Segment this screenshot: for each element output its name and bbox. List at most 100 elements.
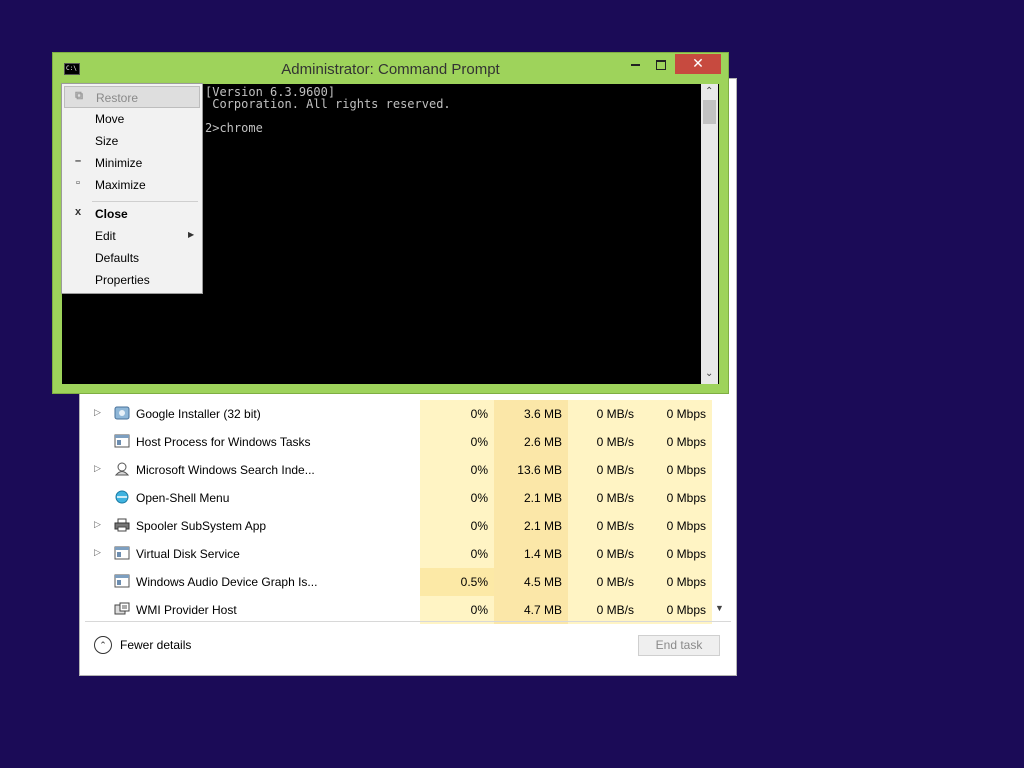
network-cell: 0 Mbps — [640, 512, 712, 540]
expand-arrow-icon[interactable]: ▷ — [94, 407, 101, 418]
disk-cell: 0 MB/s — [568, 568, 640, 596]
cpu-cell: 0% — [420, 484, 494, 512]
menu-item-label: Edit — [95, 229, 116, 243]
network-cell: 0 Mbps — [640, 568, 712, 596]
cpu-cell: 0% — [420, 596, 494, 624]
table-row[interactable]: Host Process for Windows Tasks 0% 2.6 MB… — [86, 428, 728, 456]
close-icon: ✕ — [692, 55, 704, 71]
cpu-cell: 0% — [420, 540, 494, 568]
system-menu: ⧉ Restore Move Size – Minimize ▫ Maximiz… — [61, 83, 203, 294]
maximize-icon — [656, 60, 666, 70]
menu-item-defaults[interactable]: Defaults — [64, 247, 200, 269]
wmi-host-icon — [114, 602, 130, 615]
disk-cell: 0 MB/s — [568, 596, 640, 624]
cpu-cell: 0% — [420, 428, 494, 456]
network-cell: 0 Mbps — [640, 456, 712, 484]
chevron-up-icon: ⌃ — [94, 636, 112, 654]
memory-cell: 1.4 MB — [494, 540, 568, 568]
menu-separator — [92, 201, 198, 202]
table-row[interactable]: ▷ Microsoft Windows Search Inde... 0% 13… — [86, 456, 728, 484]
disk-cell: 0 MB/s — [568, 512, 640, 540]
scroll-down-icon[interactable]: ▼ — [715, 603, 724, 613]
memory-cell: 2.6 MB — [494, 428, 568, 456]
menu-item-label: Restore — [96, 91, 139, 105]
shell-menu-icon — [115, 490, 129, 504]
process-name: Microsoft Windows Search Inde... — [136, 463, 315, 477]
process-name: Windows Audio Device Graph Is... — [136, 575, 318, 589]
table-row[interactable]: ▷ Virtual Disk Service 0% 1.4 MB 0 MB/s … — [86, 540, 728, 568]
cpu-cell: 0% — [420, 512, 494, 540]
memory-cell: 13.6 MB — [494, 456, 568, 484]
table-row[interactable]: Open-Shell Menu 0% 2.1 MB 0 MB/s 0 Mbps — [86, 484, 728, 512]
menu-item-label: Defaults — [95, 251, 140, 265]
menu-item-close[interactable]: x Close — [64, 203, 200, 225]
expand-arrow-icon[interactable]: ▷ — [94, 547, 101, 558]
menu-item-label: Minimize — [95, 156, 143, 170]
menu-item-maximize[interactable]: ▫ Maximize — [64, 174, 200, 196]
close-button[interactable]: ✕ — [675, 54, 721, 74]
menu-item-properties[interactable]: Properties — [64, 269, 200, 291]
memory-cell: 4.5 MB — [494, 568, 568, 596]
table-row[interactable]: ▷ Google Installer (32 bit) 0% 3.6 MB 0 … — [86, 400, 728, 428]
network-cell: 0 Mbps — [640, 540, 712, 568]
menu-item-label: Size — [95, 134, 119, 148]
process-name: Spooler SubSystem App — [136, 519, 267, 533]
memory-cell: 3.6 MB — [494, 400, 568, 428]
menu-item-restore[interactable]: ⧉ Restore — [64, 86, 200, 108]
end-task-button[interactable]: End task — [638, 635, 720, 656]
scroll-up-icon[interactable]: ⌃ — [705, 86, 713, 97]
console-line: 2>chrome — [205, 121, 263, 135]
window-app-icon — [114, 434, 130, 448]
process-name: Host Process for Windows Tasks — [136, 435, 311, 449]
network-cell: 0 Mbps — [640, 400, 712, 428]
installer-icon — [114, 406, 130, 420]
submenu-arrow-icon: ▶ — [188, 230, 195, 239]
minimize-icon — [631, 64, 640, 66]
restore-icon: ⧉ — [75, 90, 83, 102]
table-row[interactable]: Windows Audio Device Graph Is... 0.5% 4.… — [86, 568, 728, 596]
menu-item-minimize[interactable]: – Minimize — [64, 152, 200, 174]
memory-cell: 2.1 MB — [494, 484, 568, 512]
window-app-icon — [114, 574, 130, 588]
network-cell: 0 Mbps — [640, 484, 712, 512]
printer-icon — [114, 518, 130, 532]
menu-item-size[interactable]: Size — [64, 130, 200, 152]
expand-arrow-icon[interactable]: ▷ — [94, 519, 101, 530]
footer-divider — [85, 621, 731, 622]
memory-cell: 2.1 MB — [494, 512, 568, 540]
network-cell: 0 Mbps — [640, 596, 712, 624]
process-list: ▷ Google Installer (32 bit) 0% 3.6 MB 0 … — [86, 400, 728, 624]
scrollbar-thumb[interactable] — [703, 100, 716, 124]
process-name: WMI Provider Host — [136, 603, 237, 617]
process-name: Virtual Disk Service — [136, 547, 240, 561]
table-row[interactable]: ▷ Spooler SubSystem App 0% 2.1 MB 0 MB/s… — [86, 512, 728, 540]
process-name: Google Installer (32 bit) — [136, 407, 261, 421]
menu-item-label: Properties — [95, 273, 150, 287]
menu-item-label: Close — [95, 207, 128, 221]
process-name: Open-Shell Menu — [136, 491, 230, 505]
fewer-details-label: Fewer details — [120, 638, 192, 652]
disk-cell: 0 MB/s — [568, 428, 640, 456]
menu-item-move[interactable]: Move — [64, 108, 200, 130]
cpu-cell: 0% — [420, 400, 494, 428]
cpu-cell: 0.5% — [420, 568, 494, 596]
menu-item-label: Move — [95, 112, 125, 126]
console-scrollbar[interactable]: ⌃ ⌄ — [701, 84, 718, 384]
scroll-down-icon[interactable]: ⌄ — [705, 368, 713, 379]
memory-cell: 4.7 MB — [494, 596, 568, 624]
disk-cell: 0 MB/s — [568, 540, 640, 568]
menu-item-edit[interactable]: Edit ▶ — [64, 225, 200, 247]
disk-cell: 0 MB/s — [568, 484, 640, 512]
disk-cell: 0 MB/s — [568, 400, 640, 428]
minimize-icon: – — [74, 155, 82, 167]
network-cell: 0 Mbps — [640, 428, 712, 456]
disk-cell: 0 MB/s — [568, 456, 640, 484]
maximize-icon: ▫ — [76, 177, 80, 189]
expand-arrow-icon[interactable]: ▷ — [94, 463, 101, 474]
table-row[interactable]: WMI Provider Host 0% 4.7 MB 0 MB/s 0 Mbp… — [86, 596, 728, 624]
minimize-button[interactable] — [624, 54, 648, 74]
maximize-button[interactable] — [649, 54, 673, 74]
console-line: Corporation. All rights reserved. — [205, 97, 451, 111]
window-app-icon — [114, 546, 130, 560]
fewer-details-button[interactable]: ⌃ Fewer details — [94, 636, 204, 656]
